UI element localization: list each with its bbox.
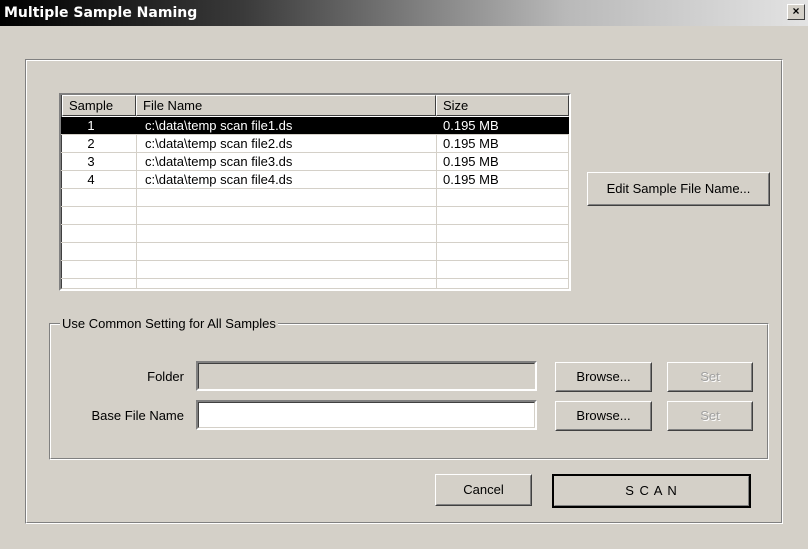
- folder-field: [196, 361, 537, 391]
- folder-browse-label: Browse...: [576, 369, 631, 384]
- base-file-name-input[interactable]: [196, 400, 537, 430]
- cell-file-name: c:\data\temp scan file2.ds: [145, 136, 293, 151]
- folder-set-button[interactable]: Set: [667, 362, 753, 392]
- cell-size: 0.195 MB: [443, 136, 499, 151]
- cell-size: 0.195 MB: [443, 172, 499, 187]
- cell-size: 0.195 MB: [443, 154, 499, 169]
- close-button[interactable]: ×: [787, 4, 805, 20]
- base-browse-label: Browse...: [576, 408, 631, 423]
- table-row[interactable]: 4 c:\data\temp scan file4.ds 0.195 MB: [61, 171, 569, 189]
- base-set-label: Set: [700, 408, 720, 423]
- empty-row: [61, 225, 569, 243]
- cancel-label: Cancel: [463, 482, 504, 497]
- scan-label: S C A N: [625, 483, 678, 498]
- cell-sample: 4: [87, 172, 95, 187]
- cell-file-name: c:\data\temp scan file4.ds: [145, 172, 293, 187]
- base-file-name-label: Base File Name: [91, 408, 184, 423]
- column-header-file-name[interactable]: File Name: [136, 95, 436, 116]
- base-file-name-input-inner: [198, 402, 535, 428]
- empty-row: [61, 261, 569, 279]
- close-icon: ×: [792, 4, 800, 18]
- edit-sample-file-name-button[interactable]: Edit Sample File Name...: [587, 172, 770, 206]
- base-set-button[interactable]: Set: [667, 401, 753, 431]
- scan-button[interactable]: S C A N: [552, 474, 751, 508]
- column-header-size[interactable]: Size: [436, 95, 569, 116]
- table-row[interactable]: 2 c:\data\temp scan file2.ds 0.195 MB: [61, 135, 569, 153]
- common-settings-group: [49, 323, 769, 460]
- column-header-file-name-label: File Name: [143, 98, 203, 113]
- title-bar: Multiple Sample Naming ×: [0, 0, 808, 26]
- cell-sample: 3: [87, 154, 95, 169]
- column-header-size-label: Size: [443, 98, 469, 113]
- cell-file-name: c:\data\temp scan file3.ds: [145, 154, 293, 169]
- cancel-button[interactable]: Cancel: [435, 474, 532, 506]
- folder-field-inner: [198, 363, 535, 389]
- folder-browse-button[interactable]: Browse...: [555, 362, 652, 392]
- column-header-sample-label: Sample: [69, 98, 114, 113]
- cell-file-name: c:\data\temp scan file1.ds: [145, 118, 293, 133]
- cell-sample: 1: [87, 118, 95, 133]
- table-row[interactable]: 3 c:\data\temp scan file3.ds 0.195 MB: [61, 153, 569, 171]
- sample-list[interactable]: Sample File Name Size 1 c:\data\temp sca…: [59, 93, 571, 291]
- window-title: Multiple Sample Naming: [4, 5, 198, 21]
- base-browse-button[interactable]: Browse...: [555, 401, 652, 431]
- cell-sample: 2: [87, 136, 95, 151]
- empty-row: [61, 243, 569, 261]
- folder-label: Folder: [147, 369, 184, 384]
- common-settings-legend: Use Common Setting for All Samples: [60, 316, 278, 331]
- edit-sample-file-name-label: Edit Sample File Name...: [606, 181, 751, 196]
- column-header-sample[interactable]: Sample: [62, 95, 136, 116]
- folder-set-label: Set: [700, 369, 720, 384]
- empty-row: [61, 189, 569, 207]
- cell-size: 0.195 MB: [443, 118, 499, 133]
- empty-row: [61, 207, 569, 225]
- table-row[interactable]: 1 c:\data\temp scan file1.ds 0.195 MB: [61, 117, 569, 135]
